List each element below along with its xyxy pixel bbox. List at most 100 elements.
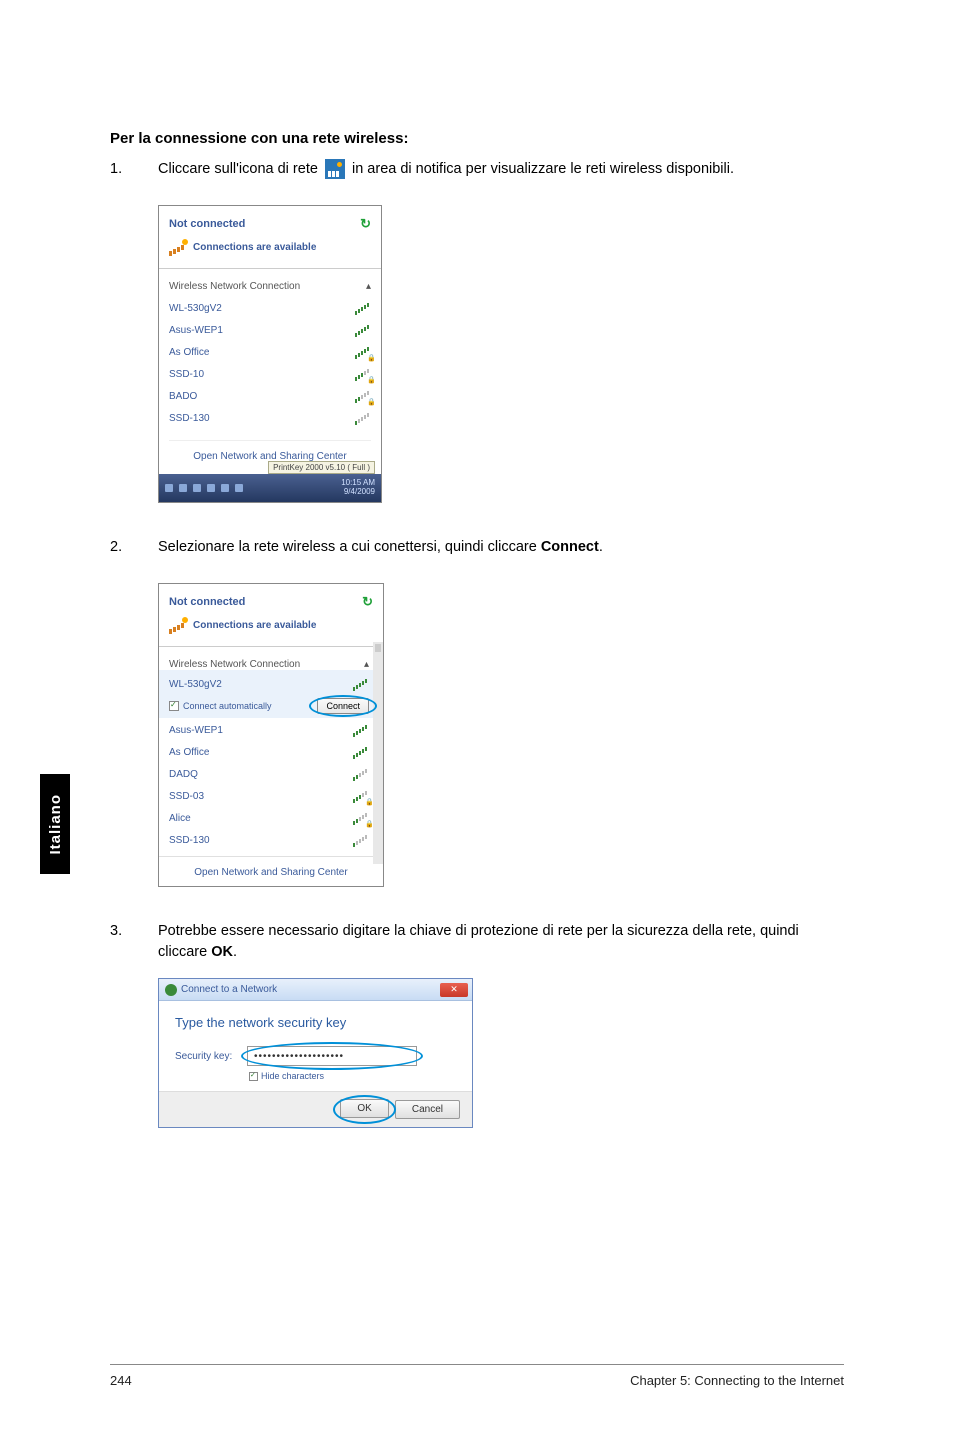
network-name: WL-530gV2 — [169, 303, 222, 314]
checkbox-icon — [169, 701, 179, 711]
step-3-text: Potrebbe essere necessario digitare la c… — [158, 921, 844, 965]
tray-icon[interactable] — [235, 484, 243, 492]
checkbox-icon — [249, 1072, 258, 1081]
step-2: 2. Selezionare la rete wireless a cui co… — [110, 537, 844, 559]
network-name: SSD-130 — [169, 413, 210, 424]
taskbar-tooltip: PrintKey 2000 v5.10 ( Full ) — [268, 461, 375, 474]
tray-icon[interactable] — [165, 484, 173, 492]
refresh-icon[interactable]: ↻ — [362, 594, 373, 610]
network-item-selected[interactable]: WL-530gV2 — [169, 674, 369, 696]
network-item[interactable]: WL-530gV2 — [169, 298, 371, 320]
network-name: As Office — [169, 747, 209, 758]
network-name: WL-530gV2 — [169, 679, 222, 690]
signal-icon — [353, 725, 369, 737]
step-2-text-before: Selezionare la rete wireless a cui conet… — [158, 539, 541, 555]
network-item[interactable]: As Office — [169, 342, 371, 364]
network-item[interactable]: SSD-03 — [169, 786, 369, 808]
step-1-text-before: Cliccare sull'icona di rete — [158, 161, 322, 177]
screenshot-3: Connect to a Network ✕ Type the network … — [158, 978, 844, 1128]
network-item[interactable]: SSD-10 — [169, 364, 371, 386]
side-tab-label: Italiano — [47, 794, 64, 855]
signal-lock-icon — [353, 791, 369, 803]
open-sharing-center-link[interactable]: Open Network and Sharing Center — [159, 856, 383, 886]
step-3: 3. Potrebbe essere necessario digitare l… — [110, 921, 844, 965]
chapter-label: Chapter 5: Connecting to the Internet — [630, 1373, 844, 1388]
wireless-header-label: Wireless Network Connection — [169, 659, 300, 670]
dialog-title: Connect to a Network — [181, 984, 277, 995]
connect-auto-checkbox[interactable]: Connect automatically — [169, 701, 272, 711]
network-item[interactable]: Alice — [169, 808, 369, 830]
connect-auto-label: Connect automatically — [183, 701, 272, 711]
close-icon[interactable]: ✕ — [440, 983, 468, 997]
signal-lock-icon — [355, 391, 371, 403]
step-3-bold: OK — [211, 944, 233, 960]
signal-icon — [353, 835, 369, 847]
network-item[interactable]: BADO — [169, 386, 371, 408]
signal-lock-icon — [355, 369, 371, 381]
tray-icon[interactable] — [207, 484, 215, 492]
network-item[interactable]: DADQ — [169, 764, 369, 786]
connections-available-label: Connections are available — [193, 620, 316, 631]
cancel-button[interactable]: Cancel — [395, 1100, 460, 1119]
tray-icon[interactable] — [221, 484, 229, 492]
highlight-circle — [241, 1042, 423, 1070]
step-2-text: Selezionare la rete wireless a cui conet… — [158, 537, 844, 559]
network-name: DADQ — [169, 769, 198, 780]
security-key-dialog: Connect to a Network ✕ Type the network … — [158, 978, 473, 1128]
step-2-number: 2. — [110, 537, 158, 559]
signal-alert-icon — [169, 240, 187, 256]
signal-lock-icon — [355, 347, 371, 359]
step-3-text-before: Potrebbe essere necessario digitare la c… — [158, 923, 799, 961]
language-side-tab: Italiano — [40, 774, 70, 874]
hide-characters-label: Hide characters — [261, 1071, 324, 1081]
refresh-icon[interactable]: ↻ — [360, 216, 371, 232]
network-item[interactable]: As Office — [169, 742, 369, 764]
step-2-bold: Connect — [541, 539, 599, 555]
step-1-number: 1. — [110, 159, 158, 181]
chevron-up-icon[interactable]: ▴ — [366, 281, 371, 292]
selected-network-block: WL-530gV2 Connect automatically Connect — [159, 670, 379, 718]
network-name: Alice — [169, 813, 191, 824]
signal-icon — [355, 413, 371, 425]
network-item[interactable]: SSD-130 — [169, 408, 371, 430]
page-number: 244 — [110, 1373, 132, 1388]
step-3-number: 3. — [110, 921, 158, 965]
dialog-title-icon — [165, 984, 177, 996]
page-footer: 244 Chapter 5: Connecting to the Interne… — [110, 1364, 844, 1388]
signal-lock-icon — [353, 813, 369, 825]
network-item[interactable]: SSD-130 — [169, 830, 369, 852]
signal-icon — [355, 303, 371, 315]
tray-icon[interactable] — [193, 484, 201, 492]
network-item[interactable]: Asus-WEP1 — [169, 720, 369, 742]
security-key-label: Security key: — [175, 1051, 237, 1062]
dialog-heading: Type the network security key — [175, 1015, 456, 1030]
network-name: SSD-10 — [169, 369, 204, 380]
taskbar: 10:15 AM 9/4/2009 — [159, 474, 381, 502]
chevron-up-icon[interactable]: ▴ — [364, 659, 369, 670]
signal-icon — [353, 769, 369, 781]
wireless-header-label: Wireless Network Connection — [169, 281, 300, 292]
step-1-text: Cliccare sull'icona di rete in area di n… — [158, 159, 844, 181]
connections-available-label: Connections are available — [193, 242, 316, 253]
signal-icon — [353, 679, 369, 691]
hide-characters-checkbox[interactable]: Hide characters — [249, 1071, 456, 1081]
network-name: BADO — [169, 391, 197, 402]
network-name: Asus-WEP1 — [169, 725, 223, 736]
highlight-circle — [333, 1095, 395, 1124]
step-1: 1. Cliccare sull'icona di rete in area d… — [110, 159, 844, 181]
step-1-text-after: in area di notifica per visualizzare le … — [352, 161, 734, 177]
section-heading: Per la connessione con una rete wireless… — [110, 130, 844, 147]
signal-icon — [353, 747, 369, 759]
screenshot-2: Not connected ↻ Connections are availabl… — [158, 583, 844, 887]
network-name: SSD-03 — [169, 791, 204, 802]
wifi-popup-1: Not connected ↻ Connections are availabl… — [158, 205, 382, 503]
network-item[interactable]: Asus-WEP1 — [169, 320, 371, 342]
signal-alert-icon — [169, 618, 187, 634]
signal-icon — [355, 325, 371, 337]
scrollbar[interactable] — [373, 642, 383, 864]
wifi-popup-2: Not connected ↻ Connections are availabl… — [158, 583, 384, 887]
highlight-circle — [309, 695, 377, 717]
tray-icon[interactable] — [179, 484, 187, 492]
taskbar-date: 9/4/2009 — [341, 488, 375, 497]
not-connected-label: Not connected — [169, 596, 245, 608]
